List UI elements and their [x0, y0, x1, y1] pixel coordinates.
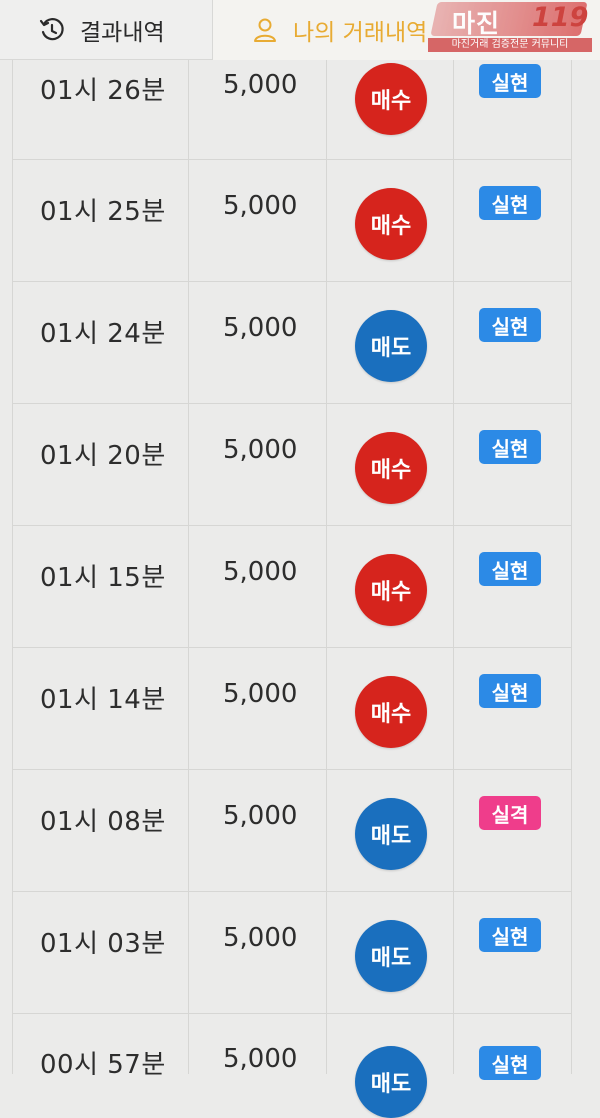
table-row: 01시 24분 5,000 매도 실현 — [12, 282, 572, 404]
buy-side-button[interactable]: 매수 — [355, 554, 427, 626]
sell-side-button[interactable]: 매도 — [355, 920, 427, 992]
tab-result-history-label: 결과내역 — [80, 19, 165, 46]
column-divider — [188, 282, 189, 403]
table-row: 01시 25분 5,000 매수 실현 — [12, 160, 572, 282]
table-row: 01시 14분 5,000 매수 실현 — [12, 648, 572, 770]
table-row: 01시 15분 5,000 매수 실현 — [12, 526, 572, 648]
user-icon — [251, 16, 279, 44]
result-badge: 실현 — [479, 1046, 541, 1080]
column-divider — [326, 526, 327, 647]
column-divider — [326, 1014, 327, 1074]
trade-history-table: 01시 26분 5,000 매수 실현 01시 25분 5,000 매수 실현 01시 24분 5… — [12, 40, 572, 1118]
column-divider — [453, 282, 454, 403]
trade-time: 01시 14분 — [40, 685, 166, 715]
trade-amount: 5,000 — [223, 557, 298, 587]
column-divider — [188, 770, 189, 891]
column-divider — [188, 526, 189, 647]
trade-time: 01시 15분 — [40, 563, 166, 593]
trade-time: 01시 26분 — [40, 76, 166, 106]
column-divider — [453, 770, 454, 891]
column-divider — [326, 892, 327, 1013]
result-badge: 실현 — [479, 918, 541, 952]
column-divider — [453, 892, 454, 1013]
trade-time: 01시 24분 — [40, 319, 166, 349]
tab-bar: 결과내역 나의 거래내역 — [0, 0, 600, 60]
column-divider — [326, 160, 327, 281]
table-row: 01시 03분 5,000 매도 실현 — [12, 892, 572, 1014]
result-badge: 실현 — [479, 308, 541, 342]
trade-amount: 5,000 — [223, 435, 298, 465]
column-divider — [453, 160, 454, 281]
column-divider — [326, 282, 327, 403]
trade-amount: 5,000 — [223, 801, 298, 831]
result-badge: 실현 — [479, 64, 541, 98]
column-divider — [188, 648, 189, 769]
trade-amount: 5,000 — [223, 679, 298, 709]
column-divider — [453, 1014, 454, 1074]
result-badge: 실격 — [479, 796, 541, 830]
trade-time: 01시 20분 — [40, 441, 166, 471]
table-row: 00시 57분 5,000 매도 실현 — [12, 1014, 572, 1118]
table-row: 01시 08분 5,000 매도 실격 — [12, 770, 572, 892]
buy-side-button[interactable]: 매수 — [355, 676, 427, 748]
sell-side-button[interactable]: 매도 — [355, 798, 427, 870]
trade-amount: 5,000 — [223, 70, 298, 100]
column-divider — [453, 404, 454, 525]
trade-time: 01시 25분 — [40, 197, 166, 227]
sell-side-button[interactable]: 매도 — [355, 310, 427, 382]
result-badge: 실현 — [479, 674, 541, 708]
buy-side-button[interactable]: 매수 — [355, 188, 427, 260]
buy-side-button[interactable]: 매수 — [355, 63, 427, 135]
column-divider — [188, 1014, 189, 1074]
column-divider — [326, 648, 327, 769]
result-badge: 실현 — [479, 552, 541, 586]
column-divider — [188, 404, 189, 525]
column-divider — [188, 892, 189, 1013]
trade-amount: 5,000 — [223, 923, 298, 953]
trade-amount: 5,000 — [223, 313, 298, 343]
column-divider — [326, 404, 327, 525]
trade-time: 01시 08분 — [40, 807, 166, 837]
column-divider — [188, 160, 189, 281]
table-row: 01시 20분 5,000 매수 실현 — [12, 404, 572, 526]
column-divider — [453, 648, 454, 769]
history-clock-icon — [38, 16, 66, 44]
tab-result-history[interactable]: 결과내역 — [0, 0, 213, 60]
column-divider — [326, 770, 327, 891]
tab-my-trades[interactable]: 나의 거래내역 — [213, 0, 600, 60]
tab-my-trades-label: 나의 거래내역 — [293, 20, 428, 46]
result-badge: 실현 — [479, 186, 541, 220]
trade-amount: 5,000 — [223, 1044, 298, 1074]
buy-side-button[interactable]: 매수 — [355, 432, 427, 504]
trade-amount: 5,000 — [223, 191, 298, 221]
trade-time: 01시 03분 — [40, 929, 166, 959]
sell-side-button[interactable]: 매도 — [355, 1046, 427, 1118]
column-divider — [453, 526, 454, 647]
result-badge: 실현 — [479, 430, 541, 464]
